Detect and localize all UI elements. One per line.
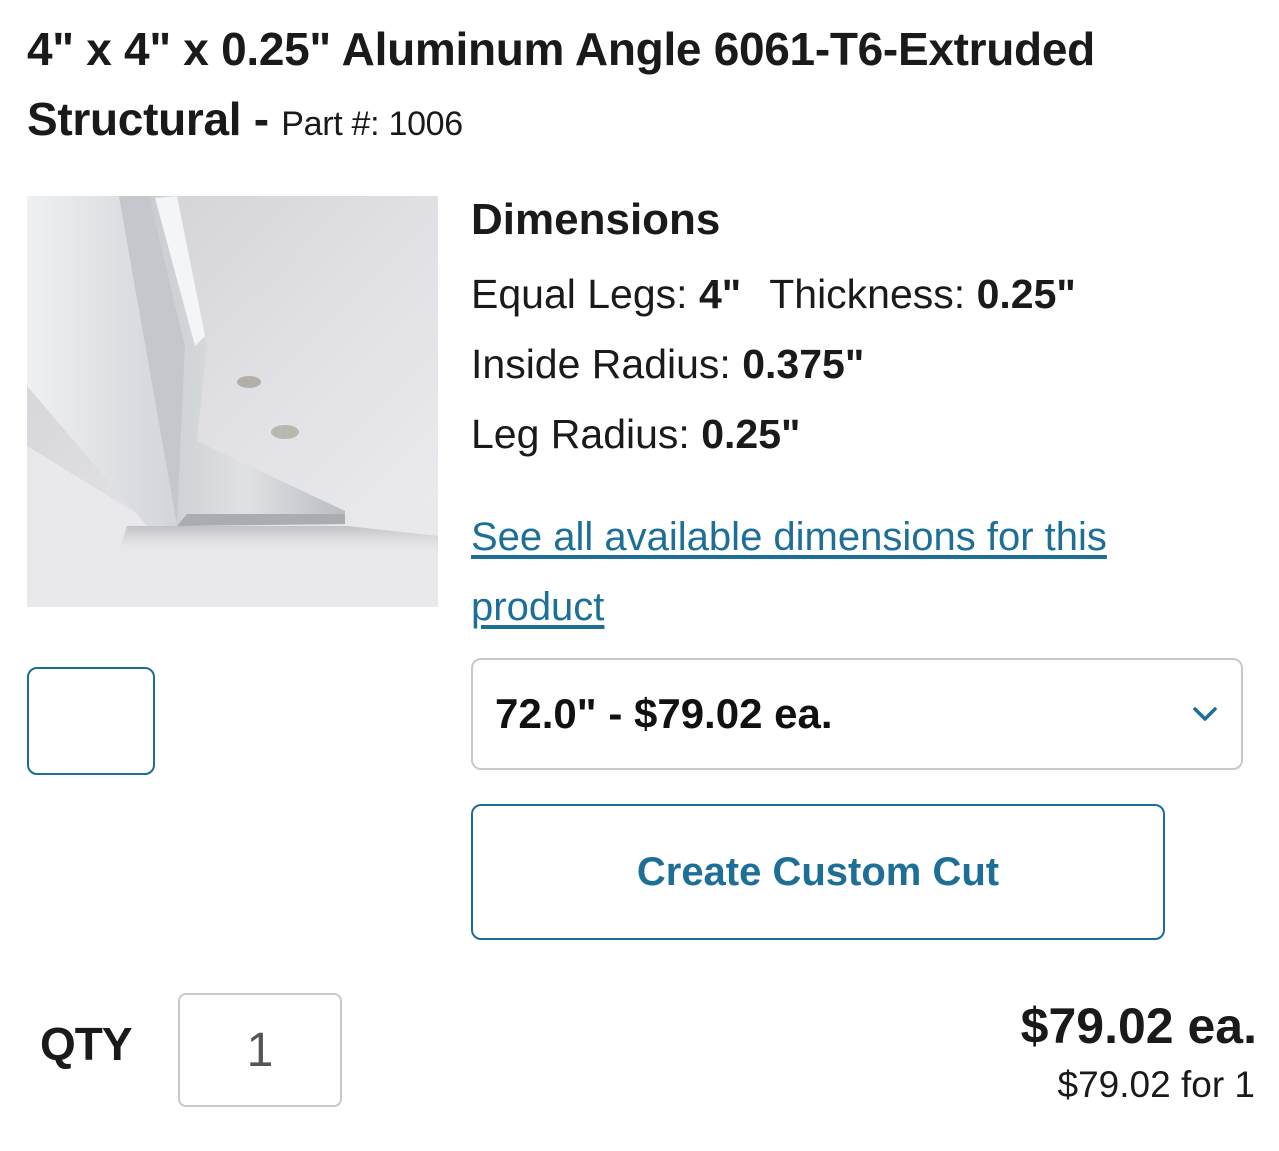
- thickness-label: Thickness:: [769, 271, 966, 317]
- dimensions-row-legs-thickness: Equal Legs: 4" Thickness: 0.25": [471, 266, 1076, 322]
- aluminum-angle-photo: [27, 196, 438, 607]
- total-price: $79.02 for 1: [1057, 1064, 1255, 1105]
- equal-legs-value: 4": [698, 271, 742, 317]
- create-custom-cut-button[interactable]: Create Custom Cut: [471, 804, 1165, 940]
- thickness-value: 0.25": [976, 271, 1076, 317]
- equal-legs-label: Equal Legs:: [471, 271, 688, 317]
- quantity-input[interactable]: [178, 993, 342, 1107]
- leg-radius-label: Leg Radius:: [471, 411, 690, 457]
- part-number: Part #: 1006: [281, 105, 463, 143]
- leg-radius-value: 0.25": [701, 411, 801, 457]
- inside-radius-label: Inside Radius:: [471, 341, 731, 387]
- product-title: 4" x 4" x 0.25" Aluminum Angle 6061-T6-E…: [27, 14, 1257, 159]
- dimensions-row-inside-radius: Inside Radius: 0.375": [471, 336, 864, 392]
- see-all-dimensions-link[interactable]: See all available dimensions for this pr…: [471, 502, 1191, 642]
- unit-price: $79.02 ea.: [1020, 998, 1257, 1054]
- dimensions-heading: Dimensions: [471, 195, 721, 244]
- inside-radius-value: 0.375": [742, 341, 865, 387]
- product-title-text: 4" x 4" x 0.25" Aluminum Angle 6061-T6-E…: [27, 23, 1095, 145]
- chevron-down-icon: [1193, 707, 1217, 721]
- product-image[interactable]: [27, 196, 438, 607]
- image-thumbnail[interactable]: [27, 667, 155, 775]
- part-number-value: 1006: [388, 105, 463, 143]
- length-select-value: 72.0" - $79.02 ea.: [495, 690, 833, 737]
- dimensions-row-leg-radius: Leg Radius: 0.25": [471, 406, 800, 462]
- qty-label: QTY: [40, 1018, 133, 1070]
- part-number-label: Part #:: [281, 105, 380, 143]
- length-select[interactable]: 72.0" - $79.02 ea.: [471, 658, 1243, 770]
